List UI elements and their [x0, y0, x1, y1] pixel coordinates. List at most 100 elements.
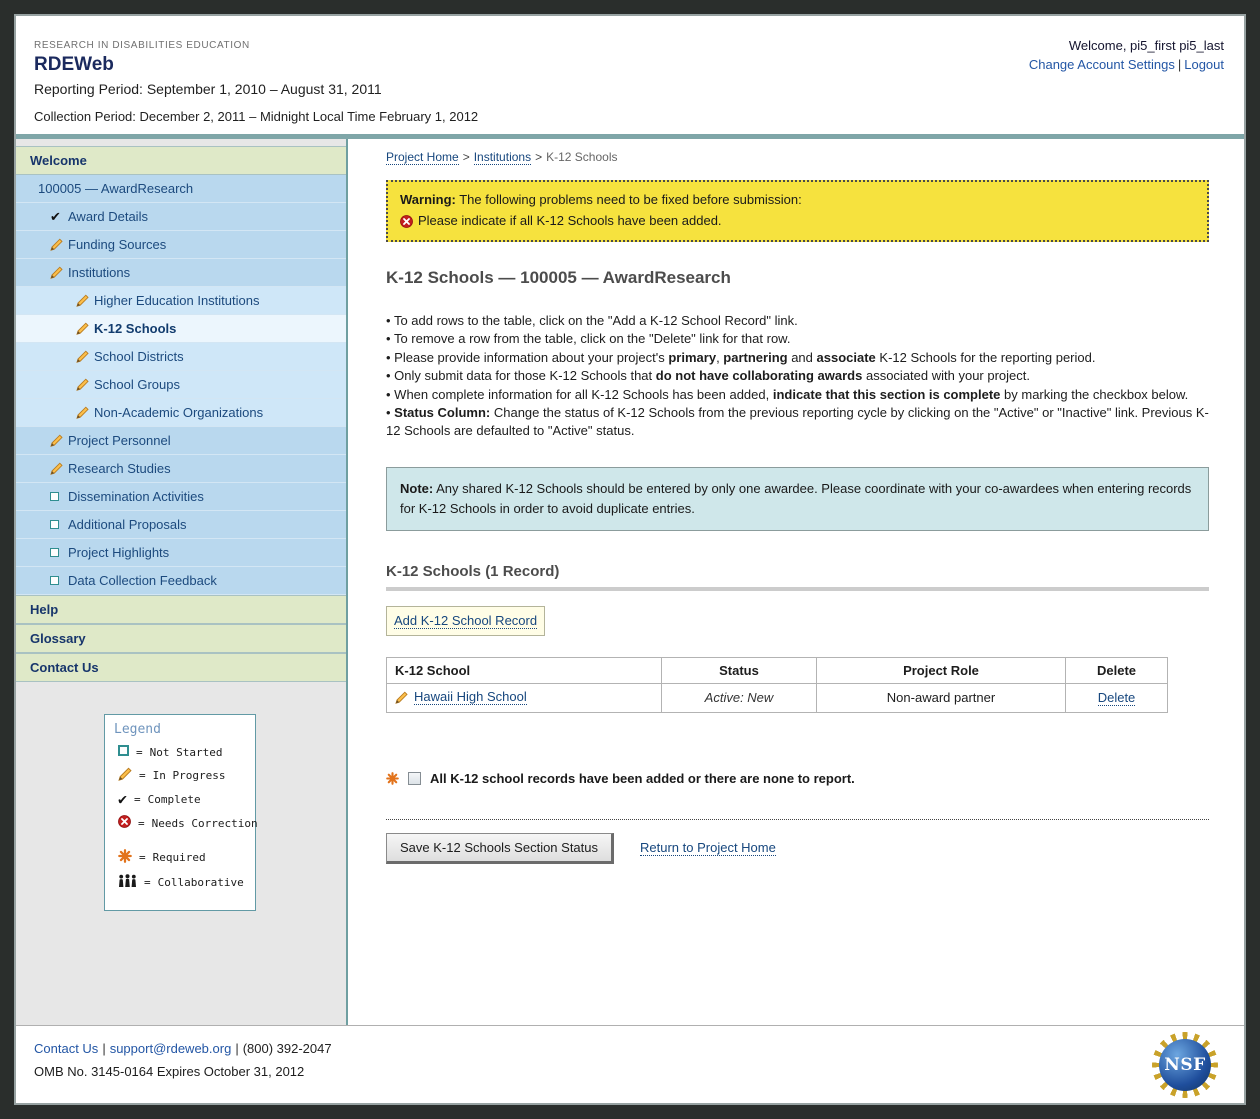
- sidebar-item-data-collection-feedback[interactable]: Data Collection Feedback: [16, 567, 346, 595]
- legend-label: Collaborative: [158, 876, 244, 889]
- table-header-row: K-12 School Status Project Role Delete: [387, 658, 1168, 684]
- sidebar-item-glossary[interactable]: Glossary: [16, 624, 346, 653]
- needs-correction-icon: [118, 815, 131, 831]
- content-row: Welcome 100005 — AwardResearch ✔Award De…: [16, 139, 1244, 1025]
- confirm-checkbox-label: All K-12 school records have been added …: [430, 771, 855, 786]
- legend-label: Complete: [148, 793, 201, 806]
- status-cell: Active: New: [662, 684, 817, 713]
- sidebar-item-label: Higher Education Institutions: [94, 293, 259, 308]
- add-k12-school-record-button[interactable]: Add K-12 School Record: [386, 606, 545, 636]
- breadcrumb-separator: >: [463, 150, 470, 164]
- sidebar-item-school-districts[interactable]: School Districts: [16, 343, 346, 371]
- k12-schools-table: K-12 School Status Project Role Delete H…: [386, 657, 1168, 713]
- pencil-icon: [76, 406, 94, 419]
- footer-email-link[interactable]: support@rdeweb.org: [110, 1041, 232, 1056]
- breadcrumb-institutions[interactable]: Institutions: [474, 150, 531, 165]
- not-started-icon: [50, 520, 68, 529]
- school-record-link[interactable]: Hawaii High School: [414, 689, 527, 705]
- in-progress-pencil-icon: [118, 767, 132, 784]
- section-heading: K-12 Schools (1 Record): [386, 563, 1209, 580]
- page-header: RESEARCH IN DISABILITIES EDUCATION RDEWe…: [16, 16, 1244, 134]
- not-started-icon: [50, 548, 68, 557]
- breadcrumb-separator: >: [535, 150, 542, 164]
- sidebar-item-non-academic-organizations[interactable]: Non-Academic Organizations: [16, 399, 346, 427]
- sidebar-item-dissemination-activities[interactable]: Dissemination Activities: [16, 483, 346, 511]
- header-right: Welcome, pi5_first pi5_last Change Accou…: [1029, 30, 1224, 134]
- collection-period: Collection Period: December 2, 2011 – Mi…: [34, 109, 478, 124]
- sidebar-item-contact-us[interactable]: Contact Us: [16, 653, 346, 682]
- pencil-icon: [76, 294, 94, 307]
- legend-title: Legend: [114, 722, 247, 737]
- rdeweb-page: { "colors": { "frame_dark": "#2a2e2c", "…: [0, 0, 1260, 1119]
- warning-item: Please indicate if all K-12 Schools have…: [400, 212, 1195, 231]
- actions-separator: [386, 819, 1209, 820]
- nsf-logo: NSF: [1152, 1032, 1218, 1098]
- legend-equals: =: [136, 746, 143, 759]
- footer-contact-us-link[interactable]: Contact Us: [34, 1041, 98, 1056]
- breadcrumb-current: K-12 Schools: [546, 150, 617, 164]
- legend-label: Required: [153, 851, 206, 864]
- app-window: RESEARCH IN DISABILITIES EDUCATION RDEWe…: [14, 14, 1246, 1105]
- actions-row: Save K-12 Schools Section Status Return …: [386, 833, 1209, 864]
- sidebar-item-additional-proposals[interactable]: Additional Proposals: [16, 511, 346, 539]
- sidebar-item-award-details[interactable]: ✔Award Details: [16, 203, 346, 231]
- legend-equals: =: [139, 851, 146, 864]
- legend-row-needs-correction: = Needs Correction: [118, 815, 247, 831]
- footer-omb-line: OMB No. 3145-0164 Expires October 31, 20…: [34, 1064, 1224, 1079]
- sidebar-item-institutions[interactable]: Institutions: [16, 259, 346, 287]
- sidebar-item-project-personnel[interactable]: Project Personnel: [16, 427, 346, 455]
- legend-box: Legend = Not Started = In Progress ✔ =: [104, 714, 256, 911]
- instruction-item: When complete information for all K-12 S…: [386, 386, 1209, 404]
- sidebar-item-higher-education-institutions[interactable]: Higher Education Institutions: [16, 287, 346, 315]
- delete-row-link[interactable]: Delete: [1098, 690, 1136, 706]
- school-cell: Hawaii High School: [387, 684, 662, 713]
- column-header-school: K-12 School: [387, 658, 662, 684]
- column-header-delete: Delete: [1066, 658, 1168, 684]
- add-k12-school-record-link[interactable]: Add K-12 School Record: [394, 613, 537, 629]
- sidebar-item-research-studies[interactable]: Research Studies: [16, 455, 346, 483]
- pencil-icon: [50, 266, 68, 279]
- sidebar-item-label: Award Details: [68, 209, 148, 224]
- instruction-item: Status Column: Change the status of K-12…: [386, 404, 1209, 441]
- not-started-square-icon: [118, 745, 129, 759]
- instruction-item: To remove a row from the table, click on…: [386, 330, 1209, 348]
- legend-equals: =: [138, 817, 145, 830]
- page-footer: Contact Us|support@rdeweb.org|(800) 392-…: [16, 1025, 1244, 1103]
- legend-label: Needs Correction: [152, 817, 258, 830]
- needs-correction-icon: [400, 215, 413, 228]
- legend-label: Not Started: [150, 746, 223, 759]
- main-content: Project Home > Institutions > K-12 Schools W…: [348, 139, 1244, 1025]
- pencil-icon: [50, 434, 68, 447]
- sidebar-item-funding-sources[interactable]: Funding Sources: [16, 231, 346, 259]
- instruction-item: Please provide information about your pr…: [386, 349, 1209, 367]
- sidebar-item-k12-schools[interactable]: K-12 Schools: [16, 315, 346, 343]
- save-section-status-button[interactable]: Save K-12 Schools Section Status: [386, 833, 614, 864]
- page-title: K-12 Schools — 100005 — AwardResearch: [386, 268, 1209, 288]
- sidebar-item-welcome[interactable]: Welcome: [16, 146, 346, 175]
- sidebar-item-school-groups[interactable]: School Groups: [16, 371, 346, 399]
- instruction-item: To add rows to the table, click on the "…: [386, 312, 1209, 330]
- sidebar-item-label: Dissemination Activities: [68, 489, 204, 504]
- legend-label: In Progress: [153, 769, 226, 782]
- sidebar-item-label: Research Studies: [68, 461, 171, 476]
- sidebar-item-label: Glossary: [30, 631, 86, 646]
- pencil-icon: [395, 691, 408, 704]
- sidebar-item-project-highlights[interactable]: Project Highlights: [16, 539, 346, 567]
- logout-link[interactable]: Logout: [1184, 57, 1224, 72]
- column-header-project-role: Project Role: [817, 658, 1066, 684]
- app-title: RDEWeb: [34, 54, 478, 76]
- sidebar-item-label: Funding Sources: [68, 237, 166, 252]
- breadcrumb: Project Home > Institutions > K-12 Schools: [386, 150, 1209, 164]
- sidebar-filler: Legend = Not Started = In Progress ✔ =: [16, 682, 346, 1025]
- not-started-icon: [50, 576, 68, 585]
- all-records-added-checkbox[interactable]: [408, 772, 421, 785]
- breadcrumb-project-home[interactable]: Project Home: [386, 150, 459, 165]
- sidebar-item-label: Institutions: [68, 265, 130, 280]
- return-to-project-home-link[interactable]: Return to Project Home: [640, 840, 776, 856]
- sidebar-item-award-100005[interactable]: 100005 — AwardResearch: [16, 175, 346, 203]
- pencil-icon: [50, 238, 68, 251]
- sidebar-item-help[interactable]: Help: [16, 595, 346, 624]
- pencil-icon: [76, 350, 94, 363]
- column-header-status: Status: [662, 658, 817, 684]
- change-account-settings-link[interactable]: Change Account Settings: [1029, 57, 1175, 72]
